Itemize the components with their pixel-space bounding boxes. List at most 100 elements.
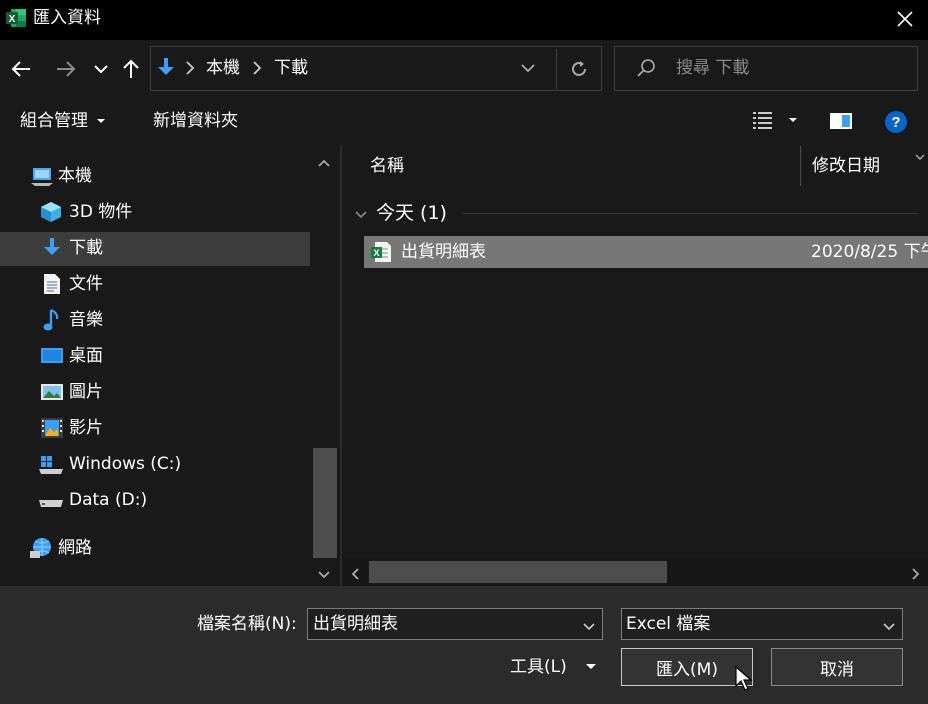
sidebar-item-documents[interactable]: 文件 xyxy=(0,267,310,301)
forward-button[interactable] xyxy=(53,55,79,83)
scroll-up-arrow-icon[interactable] xyxy=(317,154,331,173)
cancel-button[interactable]: 取消 xyxy=(771,648,903,686)
up-button[interactable] xyxy=(118,55,144,83)
chevron-down-icon[interactable] xyxy=(582,618,596,637)
organize-button[interactable]: 組合管理 xyxy=(20,110,106,132)
search-icon xyxy=(636,58,656,82)
mouse-cursor-icon xyxy=(735,665,753,696)
refresh-button[interactable] xyxy=(556,49,600,89)
column-header-date-modified[interactable]: 修改日期 xyxy=(812,155,880,177)
sidebar-item-label: 圖片 xyxy=(69,382,103,402)
search-placeholder: 搜尋 下載 xyxy=(676,58,750,78)
filename-input[interactable]: 出貨明細表 xyxy=(313,613,398,635)
breadcrumb-downloads[interactable]: 下載 xyxy=(274,57,308,79)
excel-icon: X xyxy=(5,7,27,29)
organize-label: 組合管理 xyxy=(20,111,88,131)
filetype-select[interactable]: Excel 檔案 xyxy=(621,608,903,640)
sidebar-item-label: Data (D:) xyxy=(69,490,148,510)
filename-combobox[interactable]: 出貨明細表 xyxy=(307,608,603,640)
column-header-name[interactable]: 名稱 xyxy=(370,155,404,177)
filename-label: 檔案名稱(N): xyxy=(197,614,297,634)
excel-file-icon: X xyxy=(370,241,392,267)
pictures-icon xyxy=(40,382,63,404)
dropdown-arrow-icon xyxy=(585,664,596,669)
horizontal-scroll-thumb[interactable] xyxy=(369,561,667,583)
sidebar-item-drive-c[interactable]: Windows (C:) xyxy=(0,447,310,481)
chevron-down-icon xyxy=(94,65,108,74)
tools-label: 工具(L) xyxy=(510,657,567,677)
scroll-right-arrow-icon[interactable] xyxy=(910,566,922,585)
help-button[interactable]: ? xyxy=(884,110,908,138)
preview-pane-icon xyxy=(830,113,852,129)
windows-drive-icon xyxy=(38,455,63,477)
sidebar-item-desktop[interactable]: 桌面 xyxy=(0,339,310,373)
close-button[interactable] xyxy=(888,4,922,34)
dialog-footer xyxy=(0,586,928,704)
arrow-left-icon xyxy=(11,61,30,77)
details-view-icon xyxy=(753,112,772,129)
help-icon: ? xyxy=(885,111,907,133)
videos-icon xyxy=(40,417,63,439)
svg-text:?: ? xyxy=(891,114,900,131)
chevron-down-icon xyxy=(882,618,896,637)
sidebar-item-label: 本機 xyxy=(58,166,92,186)
search-box[interactable] xyxy=(614,46,918,91)
group-header-today[interactable]: 今天 (1) xyxy=(376,200,447,226)
window-title: 匯入資料 xyxy=(33,8,101,28)
network-icon xyxy=(30,536,52,558)
sidebar-item-downloads[interactable]: 下載 xyxy=(0,231,310,265)
desktop-icon xyxy=(40,346,63,368)
file-date-modified: 2020/8/25 下午 xyxy=(811,242,928,262)
title-bar xyxy=(0,0,928,40)
sidebar-item-label: Windows (C:) xyxy=(69,454,182,474)
sidebar-item-label: 桌面 xyxy=(69,346,103,366)
dropdown-arrow-icon xyxy=(97,119,105,123)
svg-text:X: X xyxy=(373,248,379,258)
scroll-left-arrow-icon[interactable] xyxy=(349,566,361,585)
refresh-icon xyxy=(571,61,586,76)
documents-icon xyxy=(42,273,64,295)
breadcrumb-this-pc[interactable]: 本機 xyxy=(206,57,240,79)
sidebar-scroll-thumb[interactable] xyxy=(313,448,337,558)
dropdown-arrow-icon xyxy=(789,118,797,122)
music-icon xyxy=(42,308,64,331)
sidebar-item-this-pc[interactable]: 本機 xyxy=(0,159,310,193)
sidebar-item-label: 音樂 xyxy=(69,310,103,330)
file-name: 出貨明細表 xyxy=(401,242,486,262)
new-folder-button[interactable]: 新增資料夾 xyxy=(153,110,238,132)
view-options-button[interactable] xyxy=(752,110,798,130)
column-divider[interactable] xyxy=(800,146,801,186)
sidebar-item-network[interactable]: 網路 xyxy=(0,531,310,565)
address-history-chevron-icon[interactable] xyxy=(520,60,536,80)
sidebar-item-label: 文件 xyxy=(69,274,103,294)
sidebar-item-3d-objects[interactable]: 3D 物件 xyxy=(0,195,310,229)
tools-button[interactable]: 工具(L) xyxy=(510,656,597,678)
sidebar-item-drive-d[interactable]: Data (D:) xyxy=(0,483,310,517)
sidebar-item-label: 3D 物件 xyxy=(69,202,133,222)
sidebar-item-videos[interactable]: 影片 xyxy=(0,411,310,445)
sidebar-item-music[interactable]: 音樂 xyxy=(0,303,310,337)
arrow-right-icon xyxy=(57,61,76,77)
preview-pane-button[interactable] xyxy=(829,111,853,135)
arrow-up-icon xyxy=(123,59,139,78)
drive-icon xyxy=(38,493,63,515)
3d-objects-icon xyxy=(40,201,62,223)
group-divider xyxy=(462,213,918,214)
download-icon xyxy=(42,237,64,259)
sidebar-item-label: 下載 xyxy=(69,238,103,258)
svg-text:X: X xyxy=(9,14,16,25)
download-icon xyxy=(156,57,176,83)
sidebar-item-pictures[interactable]: 圖片 xyxy=(0,375,310,409)
scroll-down-arrow-icon[interactable] xyxy=(317,566,331,585)
this-pc-icon xyxy=(31,165,53,187)
recent-locations-button[interactable] xyxy=(88,55,114,83)
group-collapse-chevron-icon[interactable] xyxy=(354,206,368,225)
close-icon xyxy=(897,11,913,27)
breadcrumb-chevron-icon xyxy=(184,60,196,80)
sort-chevron-icon xyxy=(914,146,926,165)
sidebar-item-label: 網路 xyxy=(58,538,92,558)
filetype-value: Excel 檔案 xyxy=(626,614,711,634)
back-button[interactable] xyxy=(8,55,34,83)
sidebar-item-label: 影片 xyxy=(69,418,103,438)
import-button[interactable]: 匯入(M) xyxy=(621,648,753,686)
